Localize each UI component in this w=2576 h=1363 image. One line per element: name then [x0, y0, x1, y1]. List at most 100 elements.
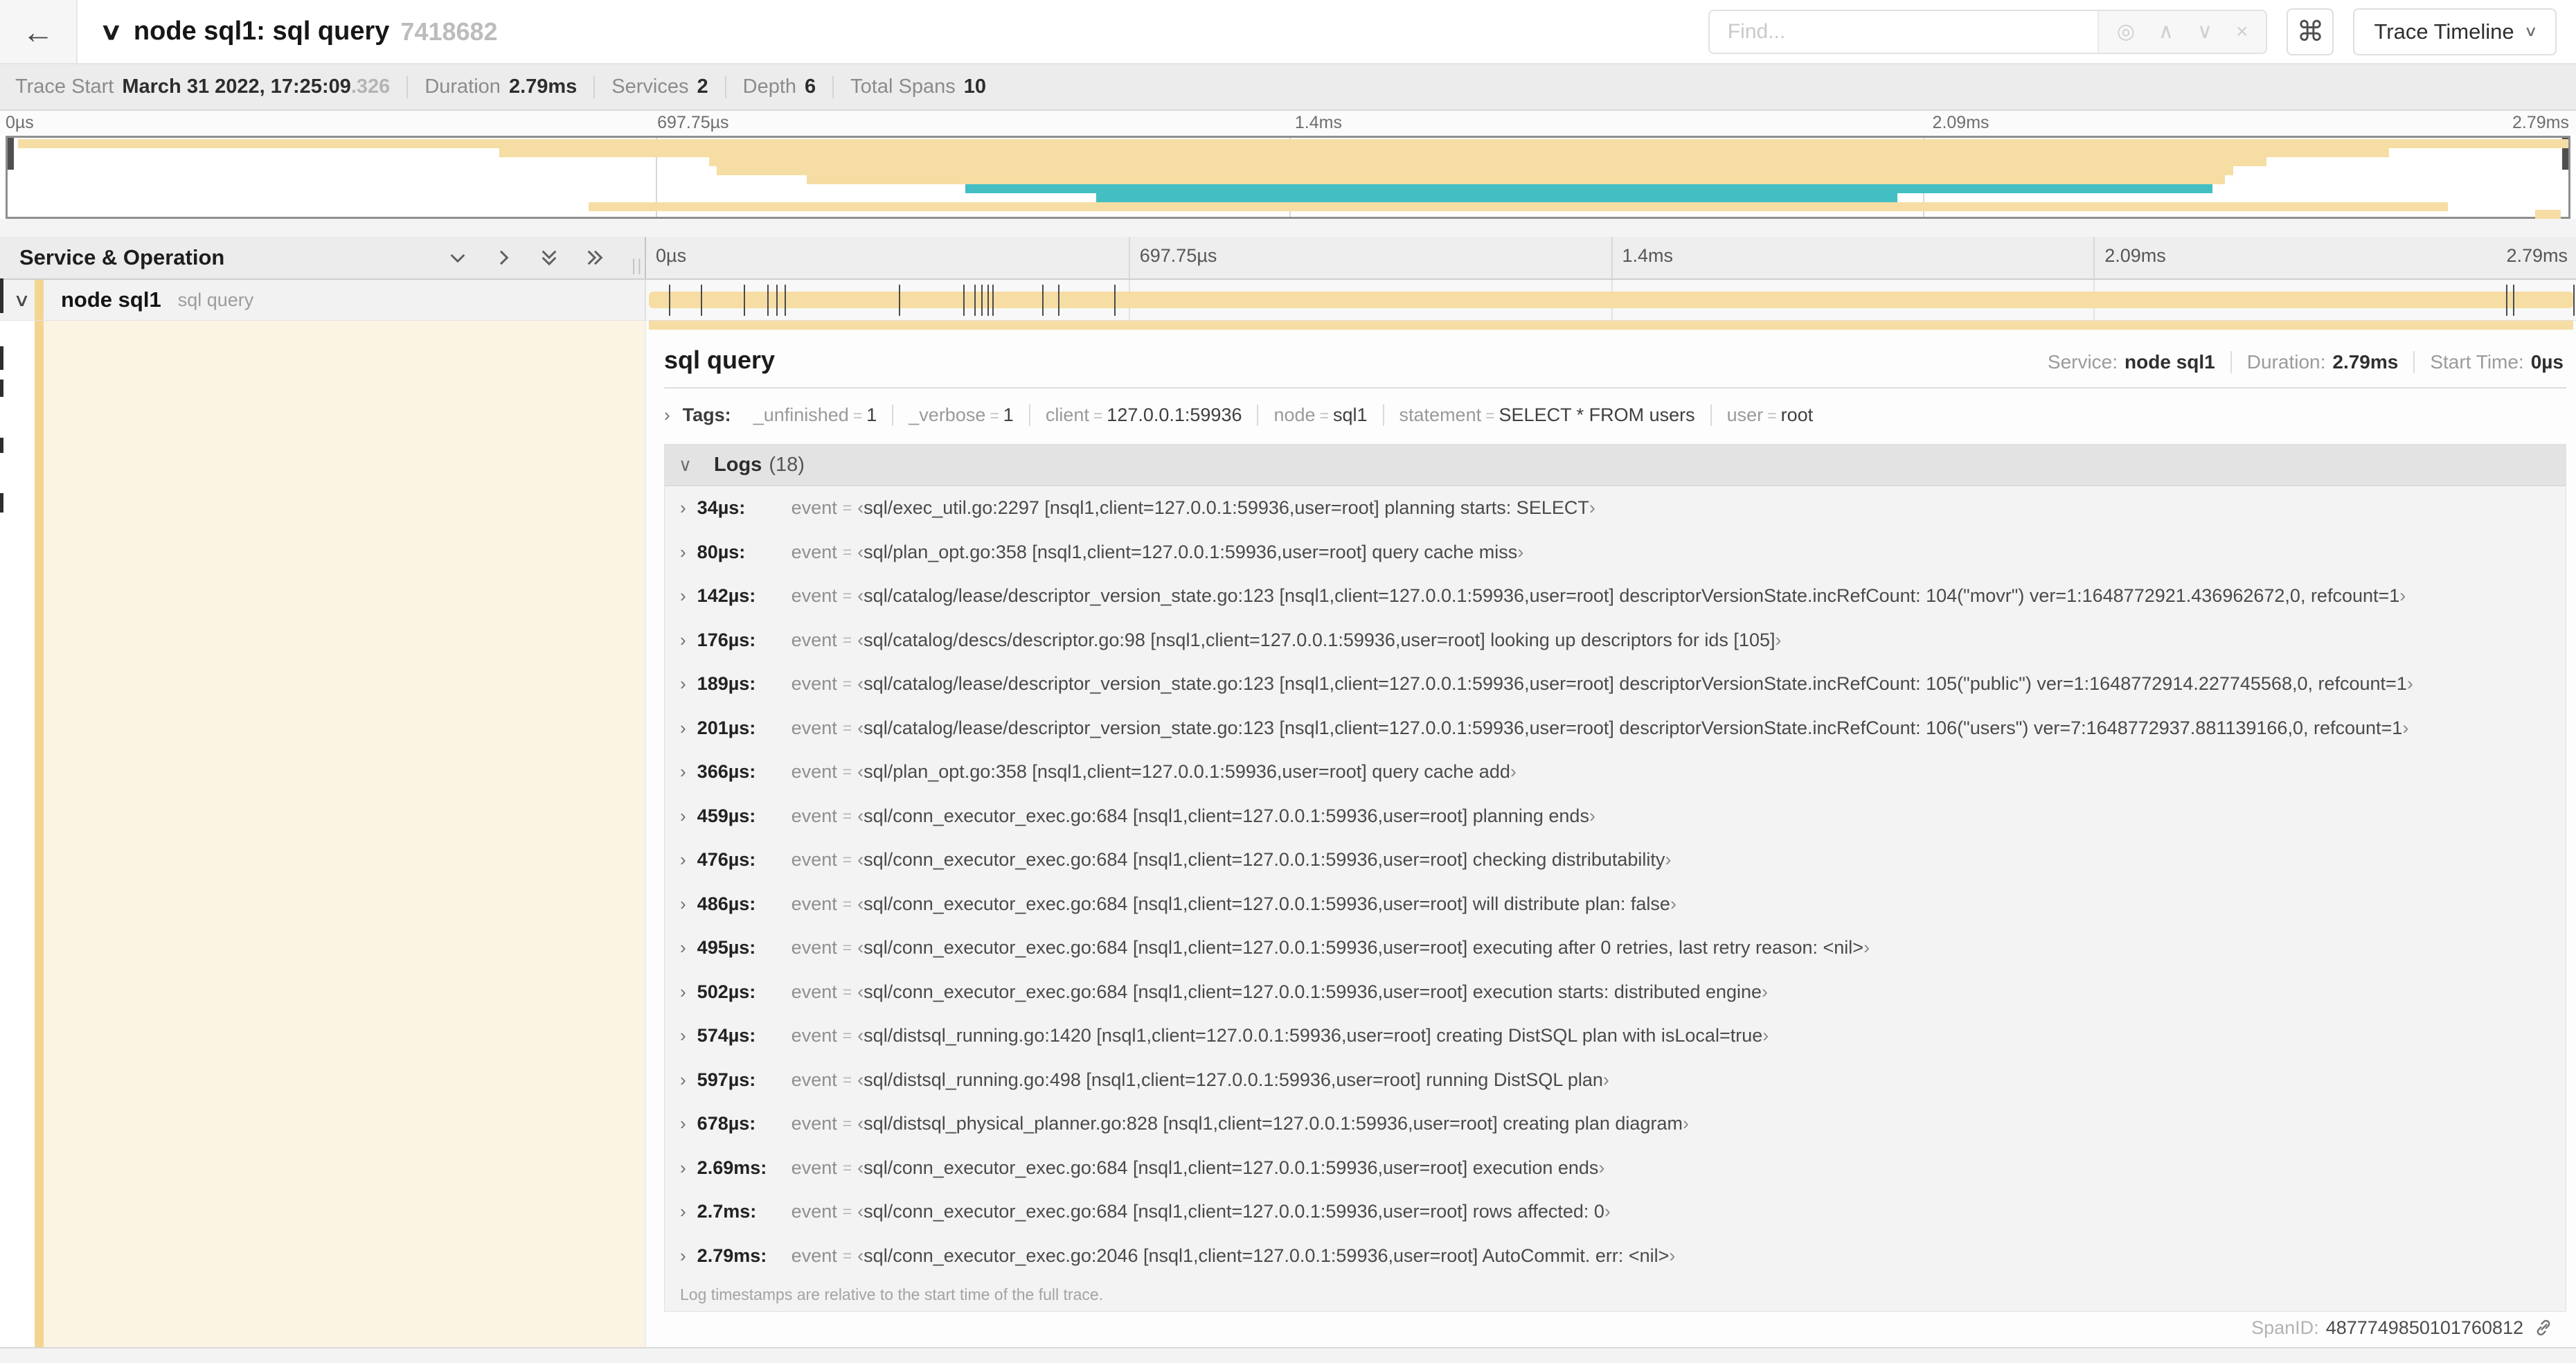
tags-row[interactable]: › Tags: _unfinished = 1 _verbose = 1 client = 12… — [664, 400, 2566, 430]
chevron-right-icon[interactable]: › — [680, 1069, 686, 1091]
log-row[interactable]: › 2.79ms: event = ‹sql/conn_executor_exec.go… — [665, 1234, 2566, 1279]
log-row[interactable]: › 142µs: event = ‹sql/catalog/lease/descript… — [665, 574, 2566, 618]
locate-icon[interactable]: ◎ — [2117, 19, 2135, 44]
chevron-right-icon[interactable]: › — [680, 497, 686, 519]
equals-sign: = — [842, 499, 852, 517]
viewport-left-handle[interactable] — [8, 138, 14, 170]
clear-search-icon[interactable]: × — [2236, 20, 2248, 44]
tag-item[interactable]: _unfinished = 1 — [738, 404, 894, 426]
chevron-right-icon[interactable]: › — [680, 1025, 686, 1046]
trace-total-spans: Total Spans 10 — [850, 75, 986, 98]
log-row[interactable]: › 2.7ms: event = ‹sql/conn_executor_exec.go:… — [665, 1190, 2566, 1234]
tag-item[interactable]: _verbose = 1 — [893, 404, 1030, 426]
logs-header[interactable]: ∨ Logs (18) — [665, 445, 2566, 486]
log-value: ‹sql/distsql_physical_planner.go:828 [ns… — [857, 1113, 1689, 1134]
log-row[interactable]: › 176µs: event = ‹sql/catalog/descs/descript… — [665, 618, 2566, 663]
log-row[interactable]: › 597µs: event = ‹sql/distsql_running.go:498… — [665, 1058, 2566, 1103]
collapse-one-icon[interactable] — [447, 247, 469, 269]
log-marker-tick — [963, 285, 965, 316]
log-row[interactable]: › 459µs: event = ‹sql/conn_executor_exec.go:… — [665, 794, 2566, 839]
tag-key: _verbose — [909, 404, 986, 425]
edge-artifact — [0, 438, 3, 453]
back-button[interactable]: ← — [0, 0, 78, 63]
trace-view-dropdown[interactable]: Trace Timeline ∨ — [2353, 8, 2557, 55]
log-row[interactable]: › 366µs: event = ‹sql/plan_opt.go:358 [nsql1… — [665, 750, 2566, 794]
trace-services: Services 2 — [595, 75, 726, 98]
log-row[interactable]: › 495µs: event = ‹sql/conn_executor_exec.go:… — [665, 926, 2566, 970]
service-operation-title: Service & Operation — [19, 245, 225, 269]
expand-one-icon[interactable] — [492, 247, 515, 269]
find-input[interactable] — [1709, 10, 2098, 53]
log-row[interactable]: › 189µs: event = ‹sql/catalog/lease/descript… — [665, 662, 2566, 706]
trace-minimap[interactable] — [6, 136, 2570, 219]
log-marker-tick — [1114, 285, 1116, 316]
chevron-right-icon[interactable]: › — [680, 585, 686, 607]
tag-item[interactable]: client = 127.0.0.1:59936 — [1030, 404, 1259, 426]
chevron-right-icon[interactable]: › — [680, 673, 686, 695]
tag-item[interactable]: node = sql1 — [1258, 404, 1384, 426]
log-row[interactable]: › 2.69ms: event = ‹sql/conn_executor_exec.go… — [665, 1146, 2566, 1191]
chevron-down-icon[interactable]: ∨ — [13, 289, 30, 311]
log-marker-tick — [981, 285, 983, 316]
deep-link-icon[interactable] — [2533, 1317, 2554, 1338]
span-detail-panel: sql query Service: node sql1 Duration: 2.7… — [646, 321, 2576, 1347]
log-row[interactable]: › 80µs: event = ‹sql/plan_opt.go:358 [nsql1,… — [665, 531, 2566, 575]
log-row[interactable]: › 486µs: event = ‹sql/conn_executor_exec.go:… — [665, 882, 2566, 927]
chevron-right-icon[interactable]: › — [664, 404, 670, 426]
chevron-right-icon[interactable]: › — [680, 1157, 686, 1179]
tag-item[interactable]: user = root — [1712, 404, 1829, 426]
chevron-right-icon[interactable]: › — [680, 805, 686, 827]
tag-key: user — [1726, 404, 1764, 425]
keyboard-shortcuts-button[interactable]: ⌘ — [2287, 8, 2334, 55]
log-row[interactable]: › 476µs: event = ‹sql/conn_executor_exec.go:… — [665, 838, 2566, 882]
log-field-name: event — [791, 1245, 837, 1266]
logs-list: › 34µs: event = ‹sql/exec_util.go:2297 [nsql… — [665, 486, 2566, 1278]
log-timestamp: 2.7ms: — [697, 1201, 757, 1222]
ruler-tick: 1.4ms — [1611, 237, 1673, 278]
chevron-right-icon[interactable]: › — [680, 937, 686, 959]
equals-sign: = — [1485, 406, 1495, 425]
span-detail-left-column — [0, 321, 646, 1347]
chevron-right-icon[interactable]: › — [680, 1245, 686, 1267]
span-row-timeline[interactable] — [646, 280, 2576, 320]
span-row[interactable]: ∨ node sql1 sql query — [0, 280, 2576, 321]
span-duration-bar[interactable] — [649, 292, 2573, 308]
chevron-right-icon[interactable]: › — [680, 893, 686, 915]
prev-result-icon[interactable]: ∧ — [2158, 19, 2174, 44]
chevron-right-icon[interactable]: › — [680, 1113, 686, 1134]
detail-duration: Duration: 2.79ms — [2232, 351, 2415, 373]
tag-item[interactable]: statement = SELECT * FROM users — [1384, 404, 1712, 426]
log-timestamp: 2.69ms: — [697, 1157, 767, 1178]
tag-key: client — [1045, 404, 1089, 425]
log-row[interactable]: › 502µs: event = ‹sql/conn_executor_exec.go:… — [665, 970, 2566, 1015]
log-row[interactable]: › 34µs: event = ‹sql/exec_util.go:2297 [nsql… — [665, 486, 2566, 531]
collapse-all-icon[interactable] — [538, 247, 560, 269]
page-title: node sql1: sql query — [133, 17, 390, 46]
chevron-down-icon[interactable]: ∨ — [100, 18, 123, 46]
log-timestamp: 2.79ms: — [697, 1245, 767, 1266]
ruler-tick: 1.4ms — [1294, 113, 1342, 132]
next-result-icon[interactable]: ∨ — [2197, 19, 2212, 44]
log-marker-tick — [974, 285, 976, 316]
chevron-right-icon[interactable]: › — [680, 630, 686, 651]
chevron-right-icon[interactable]: › — [680, 849, 686, 871]
chevron-right-icon[interactable]: › — [680, 981, 686, 1003]
log-row[interactable]: › 574µs: event = ‹sql/distsql_running.go:142… — [665, 1014, 2566, 1058]
log-field-name: event — [791, 585, 837, 607]
detail-divider — [664, 387, 2566, 389]
log-marker-tick — [743, 285, 745, 316]
log-value: ‹sql/conn_executor_exec.go:684 [nsql1,cl… — [857, 1157, 1605, 1178]
equals-sign: = — [842, 1246, 852, 1265]
minimap-span-bar — [717, 166, 2233, 175]
trace-id: 7418682 — [400, 17, 498, 46]
equals-sign: = — [1319, 406, 1329, 425]
chevron-right-icon[interactable]: › — [680, 542, 686, 563]
chevron-down-icon[interactable]: ∨ — [679, 454, 692, 476]
chevron-right-icon[interactable]: › — [680, 761, 686, 783]
chevron-right-icon[interactable]: › — [680, 1201, 686, 1222]
chevron-right-icon[interactable]: › — [680, 718, 686, 739]
expand-all-icon[interactable] — [584, 247, 606, 269]
log-row[interactable]: › 678µs: event = ‹sql/distsql_physical_plann… — [665, 1102, 2566, 1146]
log-row[interactable]: › 201µs: event = ‹sql/catalog/lease/descript… — [665, 706, 2566, 751]
column-resize-handle[interactable]: || — [632, 256, 643, 276]
